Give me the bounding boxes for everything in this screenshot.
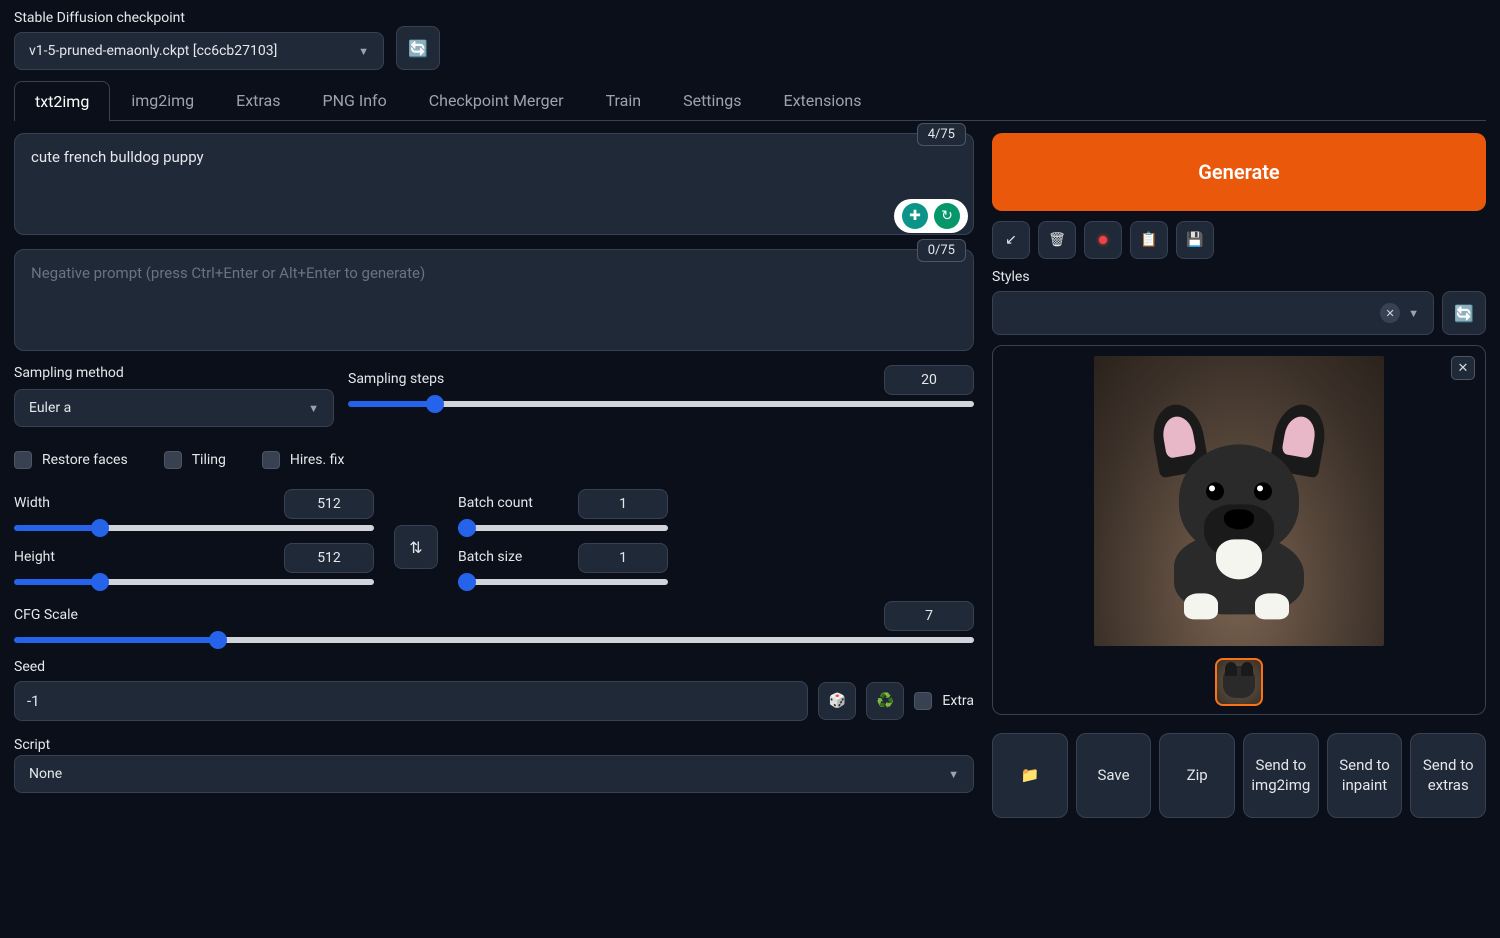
refresh-icon: 🔄 — [408, 39, 428, 58]
tab-checkpoint-merger[interactable]: Checkpoint Merger — [408, 80, 585, 120]
clipboard-icon: 📋 — [1140, 232, 1157, 248]
refresh-icon: 🔄 — [1454, 304, 1474, 323]
chevron-down-icon: ▼ — [308, 402, 319, 415]
script-label: Script — [14, 737, 974, 753]
open-folder-button[interactable]: 📁 — [992, 733, 1068, 818]
swap-dimensions-button[interactable]: ⇅ — [394, 525, 438, 569]
batch-size-value[interactable]: 1 — [578, 543, 668, 573]
tab-extensions[interactable]: Extensions — [763, 80, 883, 120]
save-style-button[interactable]: 💾 — [1176, 221, 1214, 259]
dice-icon: 🎲 — [829, 693, 846, 709]
sampling-steps-slider[interactable] — [348, 401, 974, 407]
checkpoint-label: Stable Diffusion checkpoint — [14, 10, 384, 26]
send-to-inpaint-button[interactable]: Send to inpaint — [1327, 733, 1403, 818]
refresh-checkpoint-button[interactable]: 🔄 — [396, 26, 440, 70]
main-tabs: txt2img img2img Extras PNG Info Checkpoi… — [14, 80, 1486, 121]
width-slider[interactable] — [14, 525, 374, 531]
apply-prompt-style-button[interactable]: ↻ — [934, 203, 960, 229]
folder-icon: 📁 — [1020, 766, 1039, 784]
seed-label: Seed — [14, 659, 974, 675]
tab-train[interactable]: Train — [585, 80, 663, 120]
sampling-steps-label: Sampling steps — [348, 371, 444, 387]
prompt-input[interactable]: cute french bulldog puppy — [14, 133, 974, 235]
paste-button[interactable]: 📋 — [1130, 221, 1168, 259]
sampling-method-value: Euler a — [29, 400, 71, 416]
hires-fix-checkbox[interactable]: Hires. fix — [262, 451, 345, 469]
close-preview-button[interactable]: ✕ — [1451, 356, 1475, 380]
batch-count-slider[interactable] — [458, 525, 668, 531]
delete-button[interactable]: 🗑 — [1038, 221, 1076, 259]
thumbnail[interactable] — [1215, 658, 1263, 706]
height-value[interactable]: 512 — [284, 543, 374, 573]
sampling-steps-value[interactable]: 20 — [884, 365, 974, 395]
tab-extras[interactable]: Extras — [215, 80, 301, 120]
checkpoint-select[interactable]: v1-5-pruned-emaonly.ckpt [cc6cb27103] ▼ — [14, 32, 384, 70]
tab-img2img[interactable]: img2img — [110, 80, 215, 120]
send-to-img2img-button[interactable]: Send to img2img — [1243, 733, 1319, 818]
tab-settings[interactable]: Settings — [662, 80, 762, 120]
clear-styles-button[interactable]: ✕ — [1380, 303, 1400, 323]
arrow-in-icon: ↙ — [1005, 232, 1017, 248]
interrogate-button[interactable]: ↙ — [992, 221, 1030, 259]
seed-input[interactable] — [14, 681, 808, 721]
sampling-method-select[interactable]: Euler a ▼ — [14, 389, 334, 427]
styles-select[interactable]: ✕ ▼ — [992, 291, 1434, 335]
send-to-extras-button[interactable]: Send to extras — [1410, 733, 1486, 818]
add-prompt-style-button[interactable]: ✚ — [902, 203, 928, 229]
tab-pnginfo[interactable]: PNG Info — [301, 80, 407, 120]
sampling-method-label: Sampling method — [14, 365, 334, 381]
batch-count-label: Batch count — [458, 495, 533, 511]
styles-label: Styles — [992, 269, 1434, 285]
width-label: Width — [14, 495, 50, 511]
extra-seed-checkbox[interactable]: Extra — [914, 692, 974, 710]
batch-size-slider[interactable] — [458, 579, 668, 585]
zip-button[interactable]: Zip — [1159, 733, 1235, 818]
cfg-value[interactable]: 7 — [884, 601, 974, 631]
checkpoint-value: v1-5-pruned-emaonly.ckpt [cc6cb27103] — [29, 43, 277, 59]
chevron-down-icon: ▼ — [948, 768, 959, 781]
record-icon — [1099, 236, 1107, 244]
recycle-icon: ♻️ — [877, 693, 894, 709]
output-preview: ✕ — [992, 345, 1486, 715]
prompt-token-count: 4/75 — [917, 123, 966, 146]
save-button[interactable]: Save — [1076, 733, 1152, 818]
cfg-label: CFG Scale — [14, 607, 78, 623]
batch-size-label: Batch size — [458, 549, 522, 565]
swap-icon: ⇅ — [409, 538, 422, 557]
floppy-icon: 💾 — [1186, 232, 1203, 248]
stop-button[interactable] — [1084, 221, 1122, 259]
random-seed-button[interactable]: 🎲 — [818, 682, 856, 720]
script-value: None — [29, 766, 62, 782]
width-value[interactable]: 512 — [284, 489, 374, 519]
generate-button[interactable]: Generate — [992, 133, 1486, 211]
restore-faces-checkbox[interactable]: Restore faces — [14, 451, 128, 469]
batch-count-value[interactable]: 1 — [578, 489, 668, 519]
refresh-styles-button[interactable]: 🔄 — [1442, 291, 1486, 335]
tiling-checkbox[interactable]: Tiling — [164, 451, 226, 469]
neg-token-count: 0/75 — [917, 239, 966, 262]
prompt-tools: ✚ ↻ — [894, 199, 968, 233]
script-select[interactable]: None ▼ — [14, 755, 974, 793]
generated-image[interactable] — [1094, 356, 1384, 646]
height-label: Height — [14, 549, 55, 565]
trash-icon: 🗑 — [1048, 232, 1066, 248]
height-slider[interactable] — [14, 579, 374, 585]
reuse-seed-button[interactable]: ♻️ — [866, 682, 904, 720]
chevron-down-icon: ▼ — [1408, 307, 1419, 320]
chevron-down-icon: ▼ — [358, 45, 369, 58]
negative-prompt-input[interactable] — [14, 249, 974, 351]
tab-txt2img[interactable]: txt2img — [14, 81, 110, 121]
cfg-slider[interactable] — [14, 637, 974, 643]
